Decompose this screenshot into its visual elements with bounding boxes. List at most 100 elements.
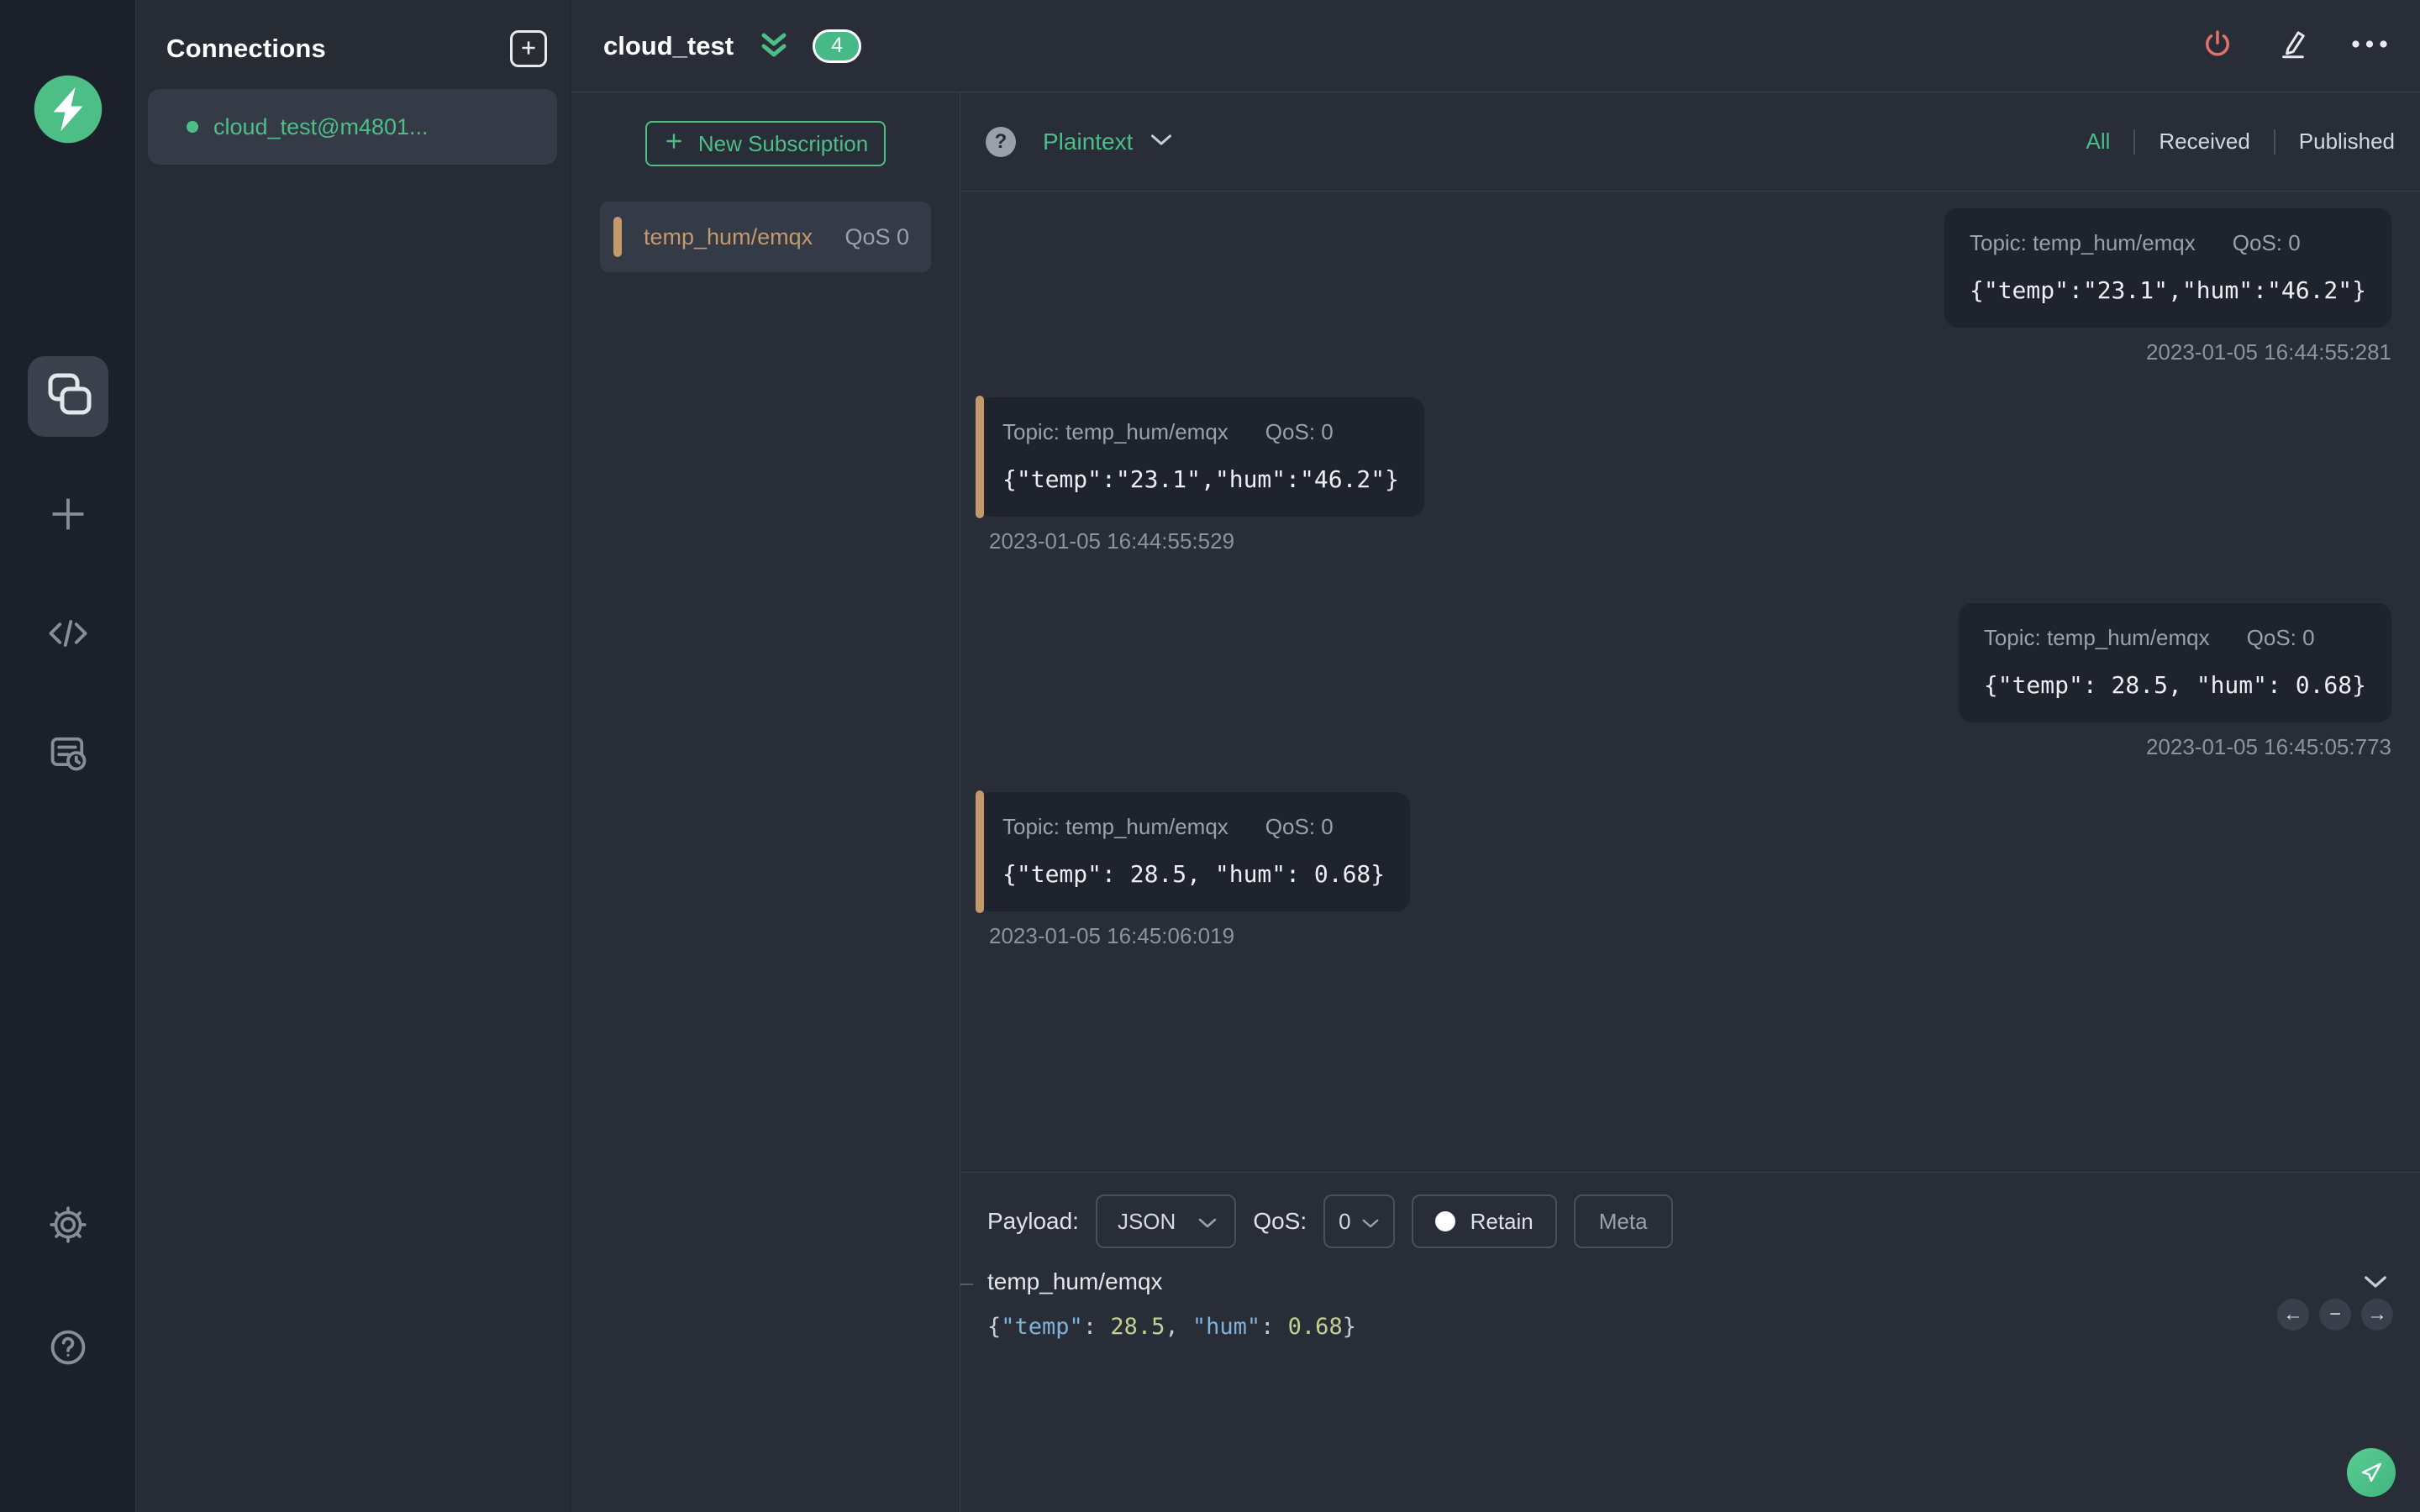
nav-log[interactable] — [28, 714, 108, 795]
nav-new-connection[interactable] — [28, 475, 108, 556]
retain-dot-icon — [1434, 1211, 1455, 1231]
chevron-down-icon — [1361, 1209, 1380, 1235]
format-label: Plaintext — [1043, 128, 1134, 155]
message-bubble[interactable]: Topic: temp_hum/emqx QoS: 0 {"temp": 28.… — [975, 790, 1411, 913]
page-title: cloud_test — [603, 30, 734, 60]
payload-format-select[interactable]: JSON — [1095, 1194, 1237, 1248]
nav-connections[interactable] — [27, 354, 108, 439]
subscription-topic: temp_hum/emqx — [644, 223, 813, 249]
ellipsis-icon — [2351, 38, 2388, 55]
payload-format-value: JSON — [1117, 1208, 1176, 1234]
power-icon — [2200, 26, 2235, 66]
subscriptions-column: New Subscription temp_hum/emqx QoS 0 — [571, 92, 960, 1512]
payload-help-icon[interactable]: ? — [986, 126, 1016, 157]
nav-script[interactable] — [28, 595, 108, 675]
retain-toggle[interactable]: Retain — [1411, 1194, 1557, 1248]
qos-value: 0 — [1339, 1208, 1351, 1234]
editor-fold-tick — [960, 1284, 973, 1285]
scroll-to-bottom-icon[interactable] — [757, 32, 791, 60]
add-connection-button[interactable] — [510, 30, 547, 67]
messages-toolbar: ? Plaintext All Received Published — [960, 92, 2420, 192]
qos-select[interactable]: 0 — [1323, 1194, 1395, 1248]
message-filter-tabs: All Received Published — [2062, 129, 2395, 155]
qos-label: QoS: — [1253, 1208, 1307, 1234]
history-nav: ← − → — [2277, 1299, 2393, 1331]
plus-icon — [518, 37, 539, 61]
payload-format-label: Payload: — [987, 1208, 1079, 1234]
message-format-select[interactable]: Plaintext — [1043, 129, 1173, 155]
tab-all[interactable]: All — [2062, 129, 2133, 155]
message-payload: {"temp": 28.5, "hum": 0.68} — [1002, 860, 1386, 888]
connection-topbar: cloud_test 4 — [571, 0, 2420, 92]
collapse-editor-icon[interactable] — [2363, 1274, 2388, 1289]
meta-label: Meta — [1598, 1208, 1648, 1234]
message-topic: Topic: temp_hum/emqx — [1983, 625, 2210, 650]
nav-settings[interactable] — [28, 1186, 108, 1267]
message-topic: Topic: temp_hum/emqx — [1002, 814, 1228, 839]
message-topic: Topic: temp_hum/emqx — [1969, 230, 2196, 255]
connection-name: cloud_test@m4801... — [213, 113, 429, 139]
message-payload: {"temp":"23.1","hum":"46.2"} — [1969, 276, 2366, 304]
new-subscription-button[interactable]: New Subscription — [645, 121, 886, 166]
gear-icon — [47, 1204, 89, 1250]
message-bubble[interactable]: Topic: temp_hum/emqx QoS: 0 {"temp":"23.… — [1944, 208, 2391, 328]
history-prev-button[interactable]: ← — [2277, 1299, 2309, 1331]
log-clock-icon — [46, 731, 90, 779]
retain-label: Retain — [1470, 1208, 1534, 1234]
mqttx-logo-icon — [33, 74, 103, 144]
messages-column: ? Plaintext All Received Published Topic… — [960, 92, 2420, 1512]
new-subscription-label: New Subscription — [697, 130, 869, 156]
disconnect-button[interactable] — [2200, 26, 2235, 66]
plus-icon — [46, 492, 90, 540]
icon-rail — [0, 0, 136, 1512]
publish-panel: Payload: JSON QoS: 0 Retain Meta temp_hu… — [960, 1172, 2420, 1512]
help-icon — [46, 1326, 90, 1373]
mqttx-app: Connections cloud_test@m4801... cloud_te… — [0, 0, 2420, 1512]
send-button[interactable] — [2347, 1448, 2396, 1497]
edit-connection-button[interactable] — [2275, 26, 2311, 66]
message-timestamp: 2023-01-05 16:45:06:019 — [989, 923, 1235, 948]
connections-icon — [28, 354, 108, 439]
history-next-button[interactable]: → — [2361, 1299, 2393, 1331]
message-published: Topic: temp_hum/emqx QoS: 0 {"temp":"23.… — [977, 208, 2391, 365]
message-timestamp: 2023-01-05 16:44:55:281 — [2145, 339, 2391, 365]
message-timestamp: 2023-01-05 16:44:55:529 — [989, 528, 1235, 554]
paper-plane-icon — [2354, 1455, 2388, 1491]
message-qos: QoS: 0 — [1265, 814, 1334, 839]
connections-title: Connections — [166, 34, 326, 63]
message-qos: QoS: 0 — [1265, 419, 1334, 444]
connected-status-dot — [187, 121, 198, 133]
message-topic: Topic: temp_hum/emqx — [1002, 419, 1228, 444]
message-timestamp: 2023-01-05 16:45:05:773 — [2145, 734, 2391, 759]
connection-item[interactable]: cloud_test@m4801... — [148, 89, 557, 165]
tab-received[interactable]: Received — [2135, 129, 2273, 155]
code-icon — [46, 612, 90, 659]
pencil-icon — [2275, 26, 2311, 66]
meta-button[interactable]: Meta — [1573, 1194, 1673, 1248]
unread-count-badge[interactable]: 4 — [813, 29, 862, 63]
payload-editor-line[interactable]: {"temp": 28.5, "hum": 0.68} — [987, 1314, 2391, 1340]
connections-panel: Connections cloud_test@m4801... — [136, 0, 571, 1512]
tab-published[interactable]: Published — [2275, 129, 2395, 155]
nav-help[interactable] — [28, 1309, 108, 1389]
main-area: cloud_test 4 New Subscription temp_hum/e… — [571, 0, 2420, 1512]
message-qos: QoS: 0 — [2232, 230, 2301, 255]
message-published: Topic: temp_hum/emqx QoS: 0 {"temp": 28.… — [977, 603, 2391, 760]
message-received: Topic: temp_hum/emqx QoS: 0 {"temp": 28.… — [975, 790, 2391, 949]
message-list: Topic: temp_hum/emqx QoS: 0 {"temp":"23.… — [960, 192, 2420, 1172]
chevron-down-icon — [1197, 1209, 1218, 1235]
more-options-button[interactable] — [2351, 38, 2388, 55]
chevron-down-icon — [1150, 133, 1173, 151]
message-received: Topic: temp_hum/emqx QoS: 0 {"temp":"23.… — [975, 396, 2391, 554]
message-qos: QoS: 0 — [2246, 625, 2315, 650]
subscription-qos: QoS 0 — [844, 223, 909, 249]
history-clear-button[interactable]: − — [2319, 1299, 2351, 1331]
message-bubble[interactable]: Topic: temp_hum/emqx QoS: 0 {"temp":"23.… — [975, 396, 1425, 518]
subscription-item[interactable]: temp_hum/emqx QoS 0 — [600, 202, 931, 272]
subscription-color-bar — [613, 217, 622, 257]
message-payload: {"temp":"23.1","hum":"46.2"} — [1002, 465, 1400, 493]
message-bubble[interactable]: Topic: temp_hum/emqx QoS: 0 {"temp": 28.… — [1958, 603, 2391, 722]
topic-input[interactable]: temp_hum/emqx — [987, 1268, 2363, 1295]
message-payload: {"temp": 28.5, "hum": 0.68} — [1983, 671, 2366, 699]
plus-icon — [663, 130, 685, 158]
